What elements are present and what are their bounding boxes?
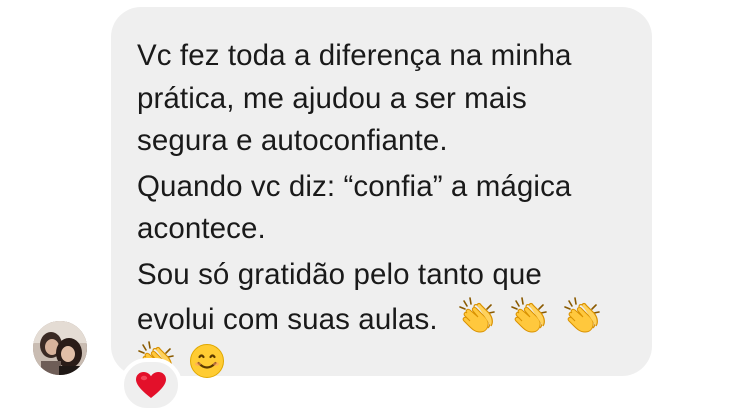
clapping-hands-icon — [458, 296, 496, 335]
clapping-hands-icon — [510, 296, 548, 335]
message-paragraph-2: Quando vc diz: “confia” a mágica acontec… — [137, 166, 632, 251]
message-line: segura e autoconfiante. — [137, 124, 448, 158]
message-line: Sou só gratidão pelo tanto que — [137, 257, 542, 291]
message-line: Quando vc diz: “confia” a mágica — [137, 169, 572, 203]
message-line-text: evolui com suas aulas. — [137, 302, 438, 336]
message-line: prática, me ajudou a ser mais — [137, 81, 527, 115]
message-bubble[interactable]: Vc fez toda a diferença na minha prática… — [111, 7, 652, 379]
message-emoji-line — [137, 341, 632, 386]
chat-thread: Vc fez toda a diferença na minha prática… — [0, 0, 750, 418]
message-line: acontece. — [137, 212, 266, 246]
reaction-badge[interactable] — [120, 358, 182, 412]
message-line-with-emojis: evolui com suas aulas. — [137, 296, 632, 342]
red-heart-icon — [136, 371, 166, 398]
sender-avatar[interactable] — [33, 321, 87, 375]
message-line: Vc fez toda a diferença na minha — [137, 39, 572, 72]
avatar-photo — [33, 321, 87, 375]
clapping-hands-icon — [563, 296, 601, 335]
message-paragraph-1: Vc fez toda a diferença na minha prática… — [137, 35, 632, 163]
message-paragraph-3: Sou só gratidão pelo tanto que evolui co… — [137, 254, 632, 386]
smiling-face-icon — [189, 343, 225, 379]
